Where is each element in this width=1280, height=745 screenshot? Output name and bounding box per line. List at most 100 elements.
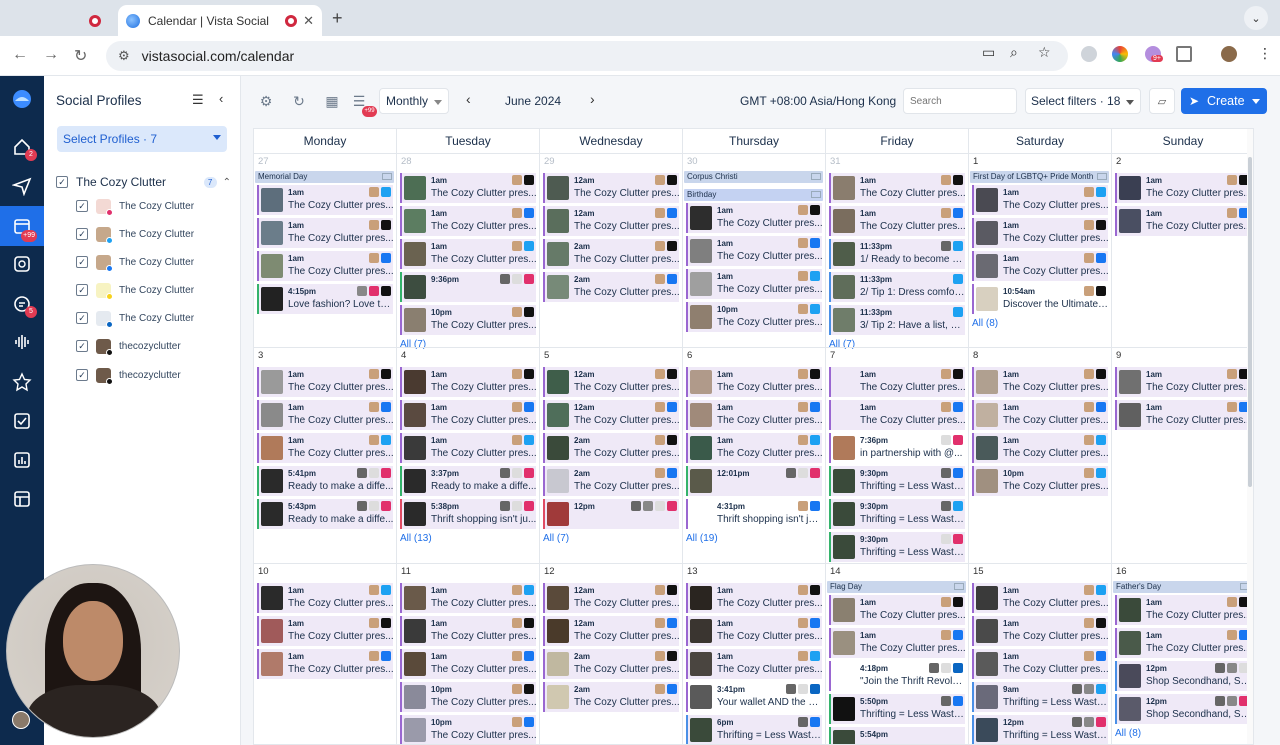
profile-checkbox[interactable]: ✓ bbox=[76, 228, 88, 240]
calendar-post[interactable]: 12am The Cozy Clutter pres... bbox=[543, 583, 679, 613]
calendar-post[interactable]: 5:54pm bbox=[829, 727, 965, 744]
profile-checkbox[interactable]: ✓ bbox=[76, 200, 88, 212]
calendar-post[interactable]: 5:43pm Ready to make a diffe... bbox=[257, 499, 393, 529]
day-cell[interactable]: 8 1am The Cozy Clutter pres... 1am The Cozy … bbox=[969, 347, 1112, 563]
calendar-post[interactable]: 3:41pm Your wallet AND the Ea... bbox=[686, 682, 822, 712]
calendar-post[interactable]: 2am The Cozy Clutter pres... bbox=[543, 649, 679, 679]
scrollbar-thumb[interactable] bbox=[1248, 157, 1252, 487]
inactive-tab[interactable] bbox=[80, 5, 110, 36]
day-cell[interactable]: 28 1am The Cozy Clutter pres... 1am The Cozy… bbox=[397, 153, 540, 350]
next-month-icon[interactable]: › bbox=[590, 91, 595, 107]
calendar-post[interactable]: 10pm The Cozy Clutter pres... bbox=[972, 466, 1108, 496]
calendar-post[interactable]: 1am The Cozy Clutter pres... bbox=[829, 595, 965, 625]
calendar-post[interactable]: 1am The Cozy Clutter pres... bbox=[972, 367, 1108, 397]
calendar-post[interactable]: 12am The Cozy Clutter pres... bbox=[543, 173, 679, 203]
holiday-label[interactable]: Father's Day bbox=[1113, 581, 1252, 593]
reports-icon[interactable] bbox=[0, 442, 44, 478]
new-tab-icon[interactable]: + bbox=[332, 8, 343, 29]
day-cell[interactable]: 5 12am The Cozy Clutter pres... 12am The Coz… bbox=[540, 347, 683, 563]
calendar-post[interactable]: 9am Thrifting = Less Waste,... bbox=[972, 682, 1108, 712]
extension-icon[interactable] bbox=[1112, 46, 1128, 62]
calendar-post[interactable]: 1am The Cozy Clutter pres... bbox=[257, 433, 393, 463]
calendar-post[interactable]: 6pm Thrifting = Less Waste,... bbox=[686, 715, 822, 744]
layout-icon[interactable] bbox=[0, 481, 44, 517]
day-cell[interactable]: 11 1am The Cozy Clutter pres... 1am The Cozy… bbox=[397, 563, 540, 744]
inbox-icon[interactable]: 5 bbox=[0, 286, 44, 322]
calendar-post[interactable]: 3:37pm Ready to make a diffe... bbox=[400, 466, 536, 496]
calendar-post[interactable]: 12:01pm bbox=[686, 466, 822, 496]
tab-menu-icon[interactable]: ⌄ bbox=[1244, 6, 1268, 30]
calendar-post[interactable]: 10pm The Cozy Clutter pres... bbox=[400, 305, 536, 335]
calendar-post[interactable]: 9:36pm bbox=[400, 272, 536, 302]
calendar-post[interactable]: 2am The Cozy Clutter pres... bbox=[543, 466, 679, 496]
calendar-post[interactable]: 12am The Cozy Clutter pres... bbox=[543, 616, 679, 646]
bookmark-star-icon[interactable]: ☆ bbox=[1038, 44, 1051, 61]
tasks-icon[interactable] bbox=[0, 403, 44, 439]
show-all-link[interactable]: All (8) bbox=[972, 318, 998, 329]
calendar-post[interactable]: 1am The Cozy Clutter pres... bbox=[400, 583, 536, 613]
calendar-post[interactable]: 7:36pm in partnership with @... bbox=[829, 433, 965, 463]
calendar-post[interactable]: 1am The Cozy Clutter pres... bbox=[1115, 206, 1251, 236]
calendar-post[interactable]: 1am The Cozy Clutter pres... bbox=[1115, 173, 1251, 203]
calendar-post[interactable]: 1am The Cozy Clutter pres... bbox=[972, 583, 1108, 613]
calendar-post[interactable]: 5:41pm Ready to make a diffe... bbox=[257, 466, 393, 496]
calendar-post[interactable]: 1am The Cozy Clutter pres... bbox=[400, 433, 536, 463]
calendar-post[interactable]: 1am The Cozy Clutter pres... bbox=[257, 400, 393, 430]
browser-menu-icon[interactable]: ⋮ bbox=[1258, 45, 1272, 62]
calendar-post[interactable]: 1am The Cozy Clutter pres... bbox=[1115, 595, 1251, 625]
refresh-icon[interactable]: ↻ bbox=[287, 89, 311, 113]
close-tab-icon[interactable]: ✕ bbox=[303, 13, 314, 29]
calendar-post[interactable]: 1am The Cozy Clutter pres... bbox=[686, 400, 822, 430]
day-cell[interactable]: 4 1am The Cozy Clutter pres... 1am The Cozy … bbox=[397, 347, 540, 563]
calendar-post[interactable]: 1am The Cozy Clutter pres... bbox=[972, 616, 1108, 646]
settings-gear-icon[interactable]: ⚙ bbox=[254, 89, 278, 113]
show-all-link[interactable]: All (8) bbox=[1115, 728, 1141, 739]
calendar-post[interactable]: 9:30pm Thrifting = Less Waste,... bbox=[829, 466, 965, 496]
calendar-post[interactable]: 1am The Cozy Clutter pres... bbox=[686, 583, 822, 613]
listening-icon[interactable] bbox=[0, 324, 44, 360]
calendar-post[interactable]: 9:30pm Thrifting = Less Waste,... bbox=[829, 499, 965, 529]
zoom-icon[interactable]: ⌕ bbox=[1010, 44, 1018, 61]
drafts-icon[interactable]: ▱ bbox=[1149, 88, 1175, 114]
holiday-label[interactable]: First Day of LGBTQ+ Pride Month bbox=[970, 171, 1109, 183]
calendar-post[interactable]: 1am The Cozy Clutter pres... bbox=[972, 649, 1108, 679]
calendar-post[interactable]: 1am The Cozy Clutter pres... bbox=[1115, 400, 1251, 430]
show-all-link[interactable]: All (7) bbox=[543, 533, 569, 544]
forward-icon[interactable]: → bbox=[43, 46, 59, 64]
profile-item[interactable]: ✓ The Cozy Clutter bbox=[76, 252, 194, 272]
calendar-view-icon[interactable]: ▦ bbox=[320, 89, 344, 113]
send-icon[interactable] bbox=[0, 168, 44, 204]
calendar-post[interactable]: 1am The Cozy Clutter pres... bbox=[686, 236, 822, 266]
timezone-label[interactable]: GMT +08:00 Asia/Hong Kong bbox=[740, 94, 896, 108]
calendar-post[interactable]: 1am The Cozy Clutter pres... bbox=[257, 218, 393, 248]
calendar-post[interactable]: 1am The Cozy Clutter pres... bbox=[257, 616, 393, 646]
calendar-post[interactable]: 2am The Cozy Clutter pres... bbox=[543, 272, 679, 302]
calendar-post[interactable]: 1am The Cozy Clutter pres... bbox=[686, 367, 822, 397]
calendar-post[interactable]: 4:18pm "Join the Thrift Revolut... bbox=[829, 661, 965, 691]
calendar-post[interactable]: 10pm The Cozy Clutter pres... bbox=[400, 715, 536, 744]
puzzle-icon[interactable] bbox=[1176, 46, 1192, 62]
holiday-label[interactable]: Memorial Day bbox=[255, 171, 394, 183]
calendar-post[interactable]: 1am The Cozy Clutter pres... bbox=[686, 203, 822, 233]
profile-item[interactable]: ✓ The Cozy Clutter bbox=[76, 196, 194, 216]
profile-checkbox[interactable]: ✓ bbox=[76, 369, 88, 381]
vista-logo-icon[interactable] bbox=[0, 81, 44, 117]
calendar-post[interactable]: 1am The Cozy Clutter pres... bbox=[400, 367, 536, 397]
home-icon[interactable]: 2 bbox=[0, 129, 44, 165]
day-cell[interactable]: 9 1am The Cozy Clutter pres... 1am The Cozy … bbox=[1112, 347, 1253, 563]
calendar-post[interactable]: 2am The Cozy Clutter pres... bbox=[543, 682, 679, 712]
calendar-post[interactable]: 2am The Cozy Clutter pres... bbox=[543, 239, 679, 269]
day-cell[interactable]: 14 Flag Day 1am The Cozy Clutter pres... 1am… bbox=[826, 563, 969, 744]
site-settings-icon[interactable]: ⚙ bbox=[118, 48, 130, 64]
calendar-post[interactable]: 1am The Cozy Clutter pres... bbox=[686, 433, 822, 463]
day-cell[interactable]: 31 1am The Cozy Clutter pres... 1am The Cozy… bbox=[826, 153, 969, 350]
calendar-post[interactable]: 12pm Shop Secondhand, Sa... bbox=[1115, 661, 1251, 691]
calendar-post[interactable]: 10pm The Cozy Clutter pres... bbox=[400, 682, 536, 712]
calendar-post[interactable]: 5:50pm Thrifting = Less Waste,... bbox=[829, 694, 965, 724]
calendar-post[interactable]: 2am The Cozy Clutter pres... bbox=[543, 433, 679, 463]
calendar-post[interactable]: 1am The Cozy Clutter pres... bbox=[686, 649, 822, 679]
calendar-post[interactable]: 1am The Cozy Clutter pres... bbox=[1115, 628, 1251, 658]
filter-icon[interactable]: ☰ bbox=[192, 92, 204, 108]
profile-checkbox[interactable]: ✓ bbox=[76, 284, 88, 296]
calendar-post[interactable]: 1am The Cozy Clutter pres... bbox=[400, 649, 536, 679]
